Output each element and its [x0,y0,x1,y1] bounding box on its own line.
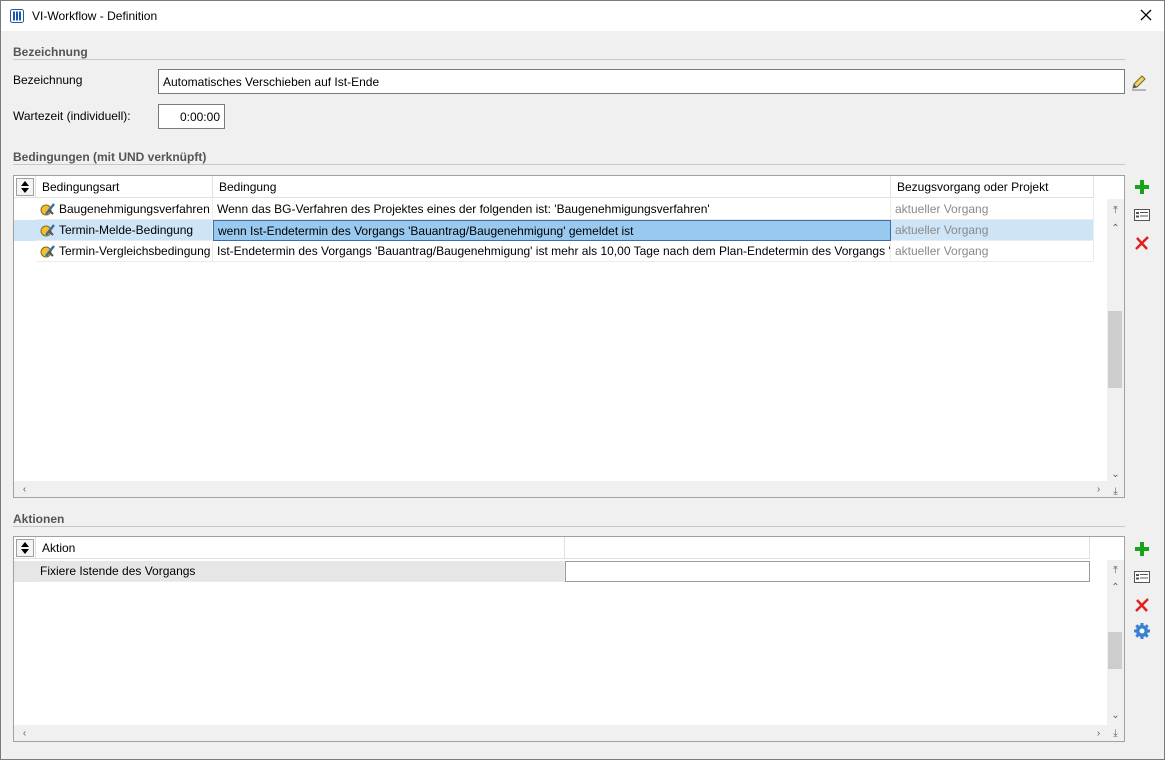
column-header-type[interactable]: Bedingungsart [36,176,213,198]
scroll-bottom-icon[interactable]: ⤓ [1107,726,1124,740]
condition-icon [40,203,55,216]
condition-icon [40,245,55,258]
section-divider [13,526,1125,527]
sort-icon [21,181,29,193]
row-header [14,199,36,220]
gear-icon[interactable] [1133,622,1151,640]
table-row-selected[interactable]: Termin-Melde-Bedingung wenn Ist-Endeterm… [14,220,1094,241]
actions-vertical-scrollbar[interactable]: ⤒ ⌃ ⌄ ⤓ [1107,560,1124,741]
cell-action: Fixiere Istende des Vorgangs [36,561,565,582]
row-header [14,241,36,262]
section-heading-bezeichnung: Bezeichnung [13,45,88,59]
conditions-grid[interactable]: Bedingungsart Bedingung Bezugsvorgang od… [13,175,1125,498]
cell-condition: wenn Ist-Endetermin des Vorgangs 'Bauant… [213,220,891,241]
cell-condition: Wenn das BG-Verfahren des Projektes eine… [213,199,891,220]
sort-header [14,176,36,198]
sort-icon [21,542,29,554]
action-value-input[interactable] [565,561,1090,582]
sort-button[interactable] [16,539,34,557]
column-header-reference[interactable]: Bezugsvorgang oder Projekt [891,176,1094,198]
cell-type: Baugenehmigungsverfahren [36,199,213,220]
pencil-icon[interactable] [1130,73,1148,91]
add-action-icon[interactable] [1133,540,1151,558]
table-row[interactable]: Termin-Vergleichsbedingung Ist-Endetermi… [14,241,1094,262]
workflow-app-icon [10,9,24,23]
condition-icon [40,224,55,237]
column-header-action[interactable]: Aktion [36,537,565,559]
row-header [14,220,36,241]
table-row[interactable]: Baugenehmigungsverfahren Wenn das BG-Ver… [14,199,1094,220]
scroll-top-icon[interactable]: ⤒ [1107,563,1124,577]
delete-action-icon[interactable] [1133,596,1151,614]
scroll-top-icon[interactable]: ⤒ [1107,203,1124,217]
scroll-thumb[interactable] [1108,311,1122,388]
details-icon[interactable] [1133,568,1151,586]
scroll-bottom-icon[interactable]: ⤓ [1107,484,1124,497]
scroll-down-icon[interactable]: ⌄ [1107,467,1124,481]
title-bar: VI-Workflow - Definition [0,0,1165,31]
section-heading-actions: Aktionen [13,512,65,526]
scroll-left-icon[interactable]: ‹ [16,482,33,496]
scroll-down-icon[interactable]: ⌄ [1107,708,1124,722]
scroll-left-icon[interactable]: ‹ [16,726,33,740]
actions-grid[interactable]: Aktion Fixiere Istende des Vorgangs ⤒ ⌃ … [13,536,1125,742]
add-condition-icon[interactable] [1133,178,1151,196]
table-row[interactable]: Fixiere Istende des Vorgangs [14,561,1090,582]
section-divider [13,164,1125,165]
delete-condition-icon[interactable] [1133,234,1151,252]
close-icon[interactable] [1138,7,1154,23]
scroll-up-icon[interactable]: ⌃ [1107,580,1124,594]
scroll-up-icon[interactable]: ⌃ [1107,221,1124,235]
details-icon[interactable] [1133,206,1151,224]
scroll-right-icon[interactable]: › [1090,482,1107,496]
cell-reference: aktueller Vorgang [891,241,1094,262]
cell-reference: aktueller Vorgang [891,220,1094,241]
name-label: Bezeichnung [13,73,83,87]
cell-reference: aktueller Vorgang [891,199,1094,220]
actions-horizontal-scrollbar[interactable]: ‹ › [14,725,1107,741]
wait-time-input[interactable]: 0:00:00 [158,104,225,129]
section-divider [13,59,1125,60]
sort-button[interactable] [16,178,34,196]
wait-label: Wartezeit (individuell): [13,109,131,123]
sort-header [14,537,36,559]
section-heading-conditions: Bedingungen (mit UND verknüpft) [13,150,207,164]
cell-condition: Ist-Endetermin des Vorgangs 'Bauantrag/B… [213,241,891,262]
row-header [14,561,36,582]
conditions-horizontal-scrollbar[interactable]: ‹ › [14,481,1107,497]
window-title: VI-Workflow - Definition [32,9,158,23]
column-header-empty [565,537,1090,559]
conditions-vertical-scrollbar[interactable]: ⤒ ⌃ ⌄ ⤓ [1107,199,1124,497]
name-input[interactable]: Automatisches Verschieben auf Ist-Ende [158,69,1125,94]
column-header-condition[interactable]: Bedingung [213,176,891,198]
cell-type: Termin-Vergleichsbedingung [36,241,213,262]
scroll-right-icon[interactable]: › [1090,726,1107,740]
scroll-thumb[interactable] [1108,632,1122,669]
cell-type: Termin-Melde-Bedingung [36,220,213,241]
